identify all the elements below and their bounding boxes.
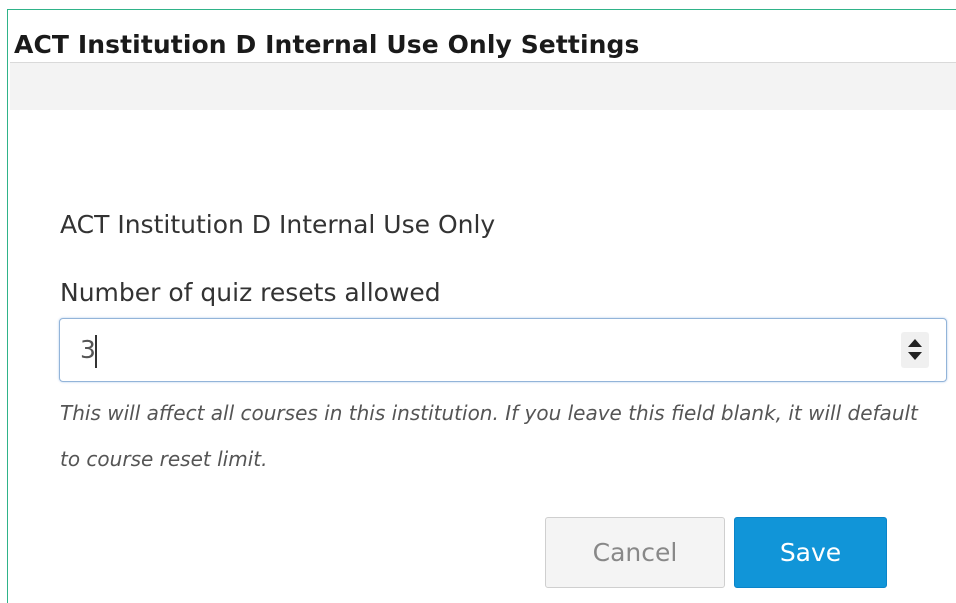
spin-down-icon[interactable] <box>908 352 922 360</box>
quiz-resets-input[interactable]: 3 <box>59 318 947 382</box>
quiz-resets-label: Number of quiz resets allowed <box>60 278 441 307</box>
save-button[interactable]: Save <box>734 517 887 588</box>
dialog-header: ACT Institution D Internal Use Only Sett… <box>10 10 956 110</box>
quiz-resets-value: 3 <box>80 335 96 364</box>
spin-up-icon[interactable] <box>908 339 922 347</box>
header-band <box>10 63 956 110</box>
number-spinner-icon[interactable] <box>901 332 929 368</box>
dialog-title: ACT Institution D Internal Use Only Sett… <box>14 30 640 59</box>
settings-dialog: ACT Institution D Internal Use Only Sett… <box>0 0 956 603</box>
dialog-left-border <box>7 10 8 603</box>
section-heading: ACT Institution D Internal Use Only <box>60 210 496 239</box>
help-text: This will affect all courses in this ins… <box>60 401 918 471</box>
cancel-button[interactable]: Cancel <box>545 517 725 588</box>
text-caret <box>95 335 97 368</box>
